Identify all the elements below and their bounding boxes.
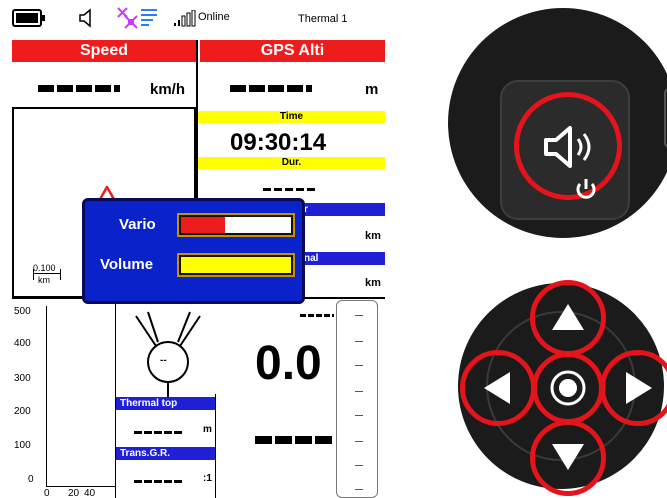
vario-lower-dashes bbox=[255, 436, 335, 444]
y-tick-label: 300 bbox=[14, 373, 31, 384]
y-tick-label: 200 bbox=[14, 406, 31, 417]
trans-gr-header: Trans.G.R. bbox=[116, 447, 215, 460]
vario-level-fill bbox=[181, 217, 225, 233]
blue-field-unit: km bbox=[365, 230, 381, 242]
status-bar: Online Thermal 1 bbox=[0, 0, 385, 40]
speaker-icon bbox=[544, 126, 591, 168]
vario-display-value: 0.0 bbox=[255, 337, 322, 390]
gps-alti-value-dashes bbox=[230, 85, 312, 92]
altitude-chart: 500 400 300 200 100 0 0 20 40 bbox=[12, 300, 116, 498]
wind-indicator-icon bbox=[135, 311, 201, 400]
x-tick-label: 40 bbox=[84, 488, 96, 498]
duration-value-dashes bbox=[263, 188, 315, 191]
thermal-top-unit: m bbox=[203, 424, 212, 435]
speed-unit: km/h bbox=[150, 81, 186, 98]
thermal-top-header: Thermal top bbox=[116, 397, 215, 410]
time-header: Time bbox=[198, 111, 385, 123]
y-tick-label: 500 bbox=[14, 306, 31, 317]
volume-level-fill bbox=[181, 257, 291, 273]
map-scale-bar bbox=[33, 269, 34, 280]
vario-level-bar[interactable] bbox=[177, 213, 295, 237]
speaker-icon bbox=[79, 8, 91, 28]
trans-gr-value-dashes bbox=[134, 480, 184, 483]
up-arrow-icon bbox=[552, 304, 584, 330]
wind-value: -- bbox=[160, 355, 167, 366]
volume-label: Volume bbox=[100, 256, 154, 273]
divider bbox=[215, 394, 216, 498]
map-scale-bar bbox=[33, 273, 61, 274]
signal-bars-icon bbox=[174, 10, 196, 27]
mode-label: Thermal 1 bbox=[298, 13, 348, 25]
duration-header: Dur. bbox=[198, 157, 385, 169]
battery-icon bbox=[12, 9, 45, 27]
down-arrow-icon bbox=[552, 444, 584, 470]
time-value: 09:30:14 bbox=[230, 129, 327, 156]
chart-y-axis bbox=[46, 306, 47, 486]
speed-header: Speed bbox=[12, 40, 196, 62]
map-scale-unit: km bbox=[38, 275, 50, 285]
vario-volume-popup: Vario Volume bbox=[82, 198, 305, 304]
x-tick-label: 0 bbox=[44, 488, 50, 498]
thermal-top-value-dashes bbox=[134, 431, 184, 434]
gps-alti-unit: m bbox=[365, 81, 379, 98]
power-icon bbox=[576, 179, 596, 199]
network-status: Online bbox=[198, 11, 230, 23]
gps-alti-header: GPS Alti bbox=[200, 40, 385, 62]
device-screen: Online Thermal 1 Speed km/h GPS Alti m 0… bbox=[0, 0, 385, 498]
chart-x-axis bbox=[46, 486, 116, 487]
vario-top-dashes bbox=[300, 314, 334, 317]
select-icon bbox=[550, 370, 586, 406]
left-arrow-icon bbox=[484, 372, 510, 404]
vario-scale bbox=[336, 300, 378, 498]
gps-satellite-icon bbox=[117, 7, 157, 29]
right-arrow-icon bbox=[626, 372, 652, 404]
speed-value-dashes bbox=[38, 85, 120, 92]
map-scale-value: 0.100 bbox=[33, 263, 56, 273]
x-tick-label: 20 bbox=[68, 488, 80, 498]
trans-gr-unit: :1 bbox=[203, 473, 212, 484]
volume-level-bar[interactable] bbox=[177, 253, 295, 277]
map-scale-bar bbox=[60, 269, 61, 280]
y-tick-label: 0 bbox=[28, 474, 34, 485]
vario-label: Vario bbox=[119, 216, 156, 233]
device-buttons bbox=[440, 0, 667, 498]
blue-field-unit: km bbox=[365, 277, 381, 289]
y-tick-label: 100 bbox=[14, 440, 31, 451]
y-tick-label: 400 bbox=[14, 338, 31, 349]
